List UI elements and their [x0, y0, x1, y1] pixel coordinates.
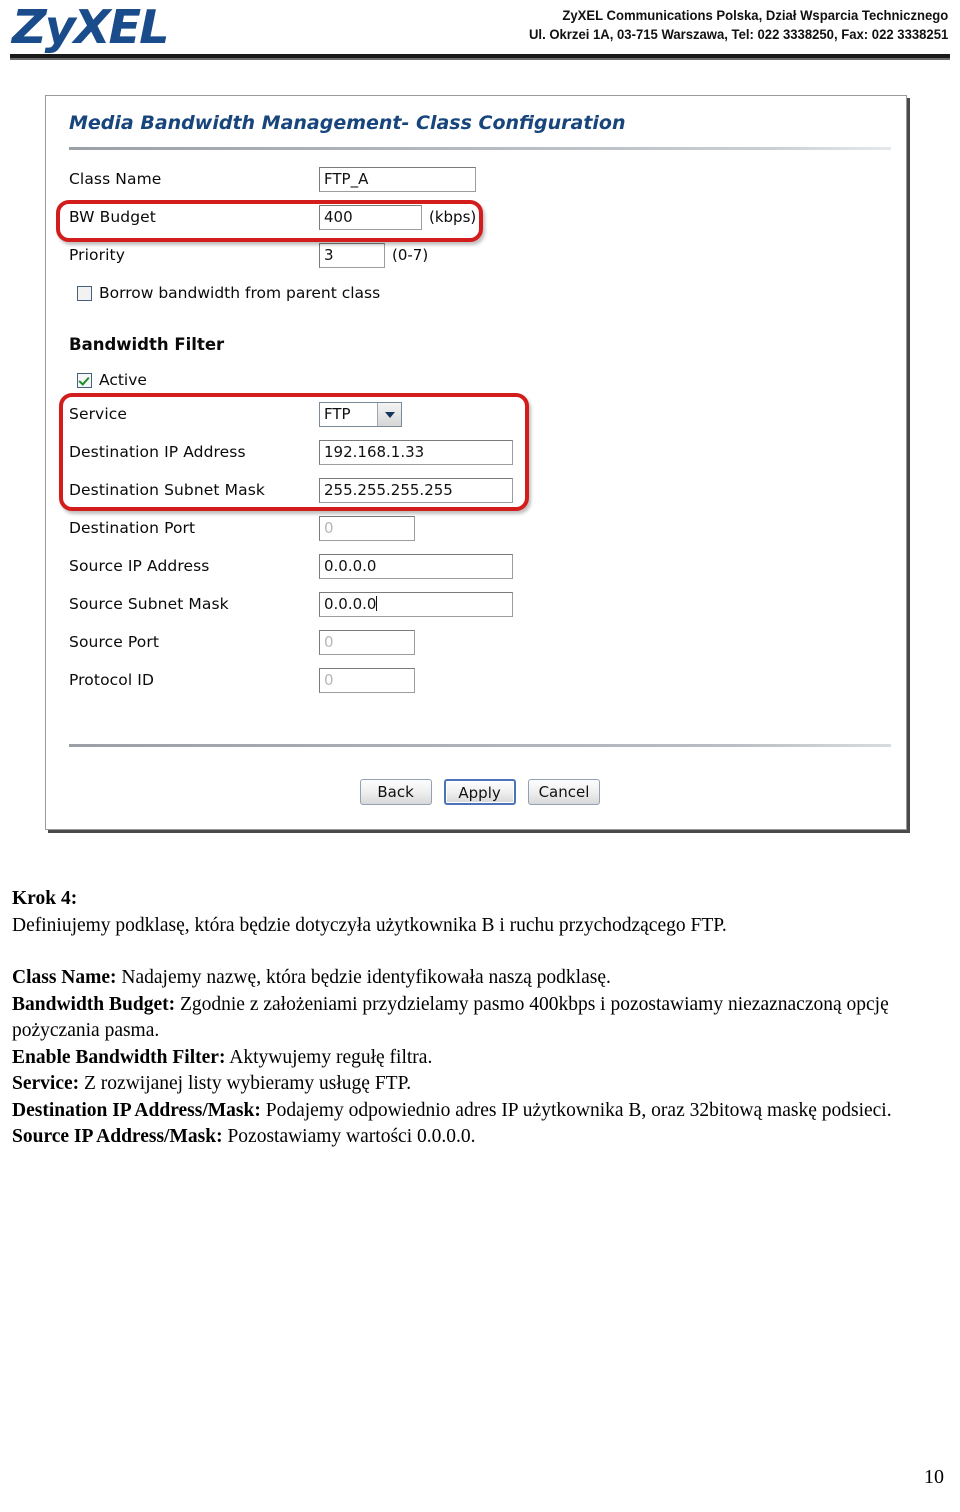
row-priority: Priority 3 (0-7)	[69, 240, 428, 270]
protocol-id-label: Protocol ID	[69, 671, 154, 689]
item-enable-filter-text: Aktywujemy regułę filtra.	[225, 1046, 433, 1068]
row-source-ip: Source IP Address 0.0.0.0	[69, 551, 513, 581]
borrow-bandwidth-label: Borrow bandwidth from parent class	[99, 284, 381, 302]
destination-mask-input[interactable]: 255.255.255.255	[319, 477, 513, 503]
row-protocol-id: Protocol ID 0	[69, 665, 415, 695]
company-address-line1: ZyXEL Communications Polska, Dział Wspar…	[562, 8, 948, 23]
item-source-ip-term: Source IP Address/Mask:	[12, 1126, 223, 1147]
protocol-id-input[interactable]: 0	[319, 667, 415, 693]
router-config-screenshot: Media Bandwidth Management- Class Config…	[45, 95, 907, 830]
row-class-name: Class Name FTP_A	[69, 164, 476, 194]
class-name-label: Class Name	[69, 170, 162, 188]
class-name-input[interactable]: FTP_A	[319, 166, 476, 192]
page-title: Media Bandwidth Management- Class Config…	[69, 112, 626, 134]
bandwidth-filter-heading: Bandwidth Filter	[69, 335, 225, 354]
destination-port-label: Destination Port	[69, 519, 196, 537]
priority-input[interactable]: 3	[319, 242, 385, 268]
company-address: ZyXEL Communications Polska, Dział Wspar…	[529, 6, 948, 44]
item-service: Service: Z rozwijanej listy wybieramy us…	[12, 1071, 942, 1098]
active-label: Active	[99, 371, 147, 389]
bw-budget-unit: (kbps)	[429, 208, 477, 226]
item-service-text: Z rozwijanej listy wybieramy usługę FTP.	[79, 1073, 412, 1094]
page-number: 10	[924, 1466, 944, 1488]
source-ip-input[interactable]: 0.0.0.0	[319, 553, 513, 579]
service-select-value: FTP	[324, 404, 351, 423]
item-class-name-term: Class Name:	[12, 967, 117, 988]
borrow-bandwidth-checkbox[interactable]	[77, 285, 92, 301]
item-bandwidth-budget-term: Bandwidth Budget:	[12, 993, 176, 1015]
source-mask-input[interactable]: 0.0.0.0	[319, 591, 513, 617]
destination-mask-label: Destination Subnet Mask	[69, 481, 265, 499]
title-divider	[69, 147, 891, 150]
chevron-down-icon[interactable]	[377, 402, 401, 426]
row-bw-budget: BW Budget 400 (kbps)	[69, 202, 476, 232]
item-bandwidth-budget: Bandwidth Budget: Zgodnie z założeniami …	[12, 992, 942, 1045]
item-source-ip: Source IP Address/Mask: Pozostawiamy war…	[12, 1124, 942, 1151]
page-header: ZyXEL ZyXEL Communications Polska, Dział…	[0, 0, 960, 62]
cancel-button[interactable]: Cancel	[527, 779, 601, 805]
source-port-input[interactable]: 0	[319, 629, 415, 655]
priority-range-hint: (0-7)	[392, 246, 429, 264]
row-destination-mask: Destination Subnet Mask 255.255.255.255	[69, 475, 513, 505]
destination-ip-input[interactable]: 192.168.1.33	[319, 439, 513, 465]
row-service: Service FTP	[69, 399, 402, 429]
document-body: Krok 4: Definiujemy podklasę, która będz…	[12, 886, 942, 1151]
item-destination-ip-term: Destination IP Address/Mask:	[12, 1099, 261, 1121]
item-service-term: Service:	[12, 1073, 80, 1094]
row-source-mask: Source Subnet Mask 0.0.0.0	[69, 589, 513, 619]
source-port-label: Source Port	[69, 633, 159, 651]
zyxel-logo: ZyXEL	[12, 0, 170, 54]
button-bar: Back Apply Cancel	[69, 779, 891, 805]
source-ip-label: Source IP Address	[69, 557, 210, 575]
active-row[interactable]: Active	[77, 369, 147, 391]
button-divider	[69, 744, 891, 747]
row-destination-ip: Destination IP Address 192.168.1.33	[69, 437, 513, 467]
active-checkbox[interactable]	[77, 372, 92, 388]
header-divider-secondary	[10, 58, 950, 60]
bw-budget-input[interactable]: 400	[319, 204, 422, 230]
bw-budget-label: BW Budget	[69, 208, 156, 226]
item-enable-filter: Enable Bandwidth Filter: Aktywujemy regu…	[12, 1045, 942, 1072]
priority-label: Priority	[69, 246, 125, 264]
step-heading-text: Krok 4:	[12, 888, 78, 909]
apply-button[interactable]: Apply	[443, 779, 516, 805]
borrow-bandwidth-row[interactable]: Borrow bandwidth from parent class	[77, 282, 380, 304]
service-select[interactable]: FTP	[319, 401, 402, 427]
item-class-name-text: Nadajemy nazwę, która będzie identyfikow…	[116, 967, 611, 988]
source-mask-label: Source Subnet Mask	[69, 595, 229, 613]
step-heading: Krok 4:	[12, 886, 942, 913]
item-source-ip-text: Pozostawiamy wartości 0.0.0.0.	[222, 1126, 476, 1147]
company-address-line2: Ul. Okrzei 1A, 03-715 Warszawa, Tel: 022…	[528, 27, 948, 42]
item-destination-ip-text: Podajemy odpowiednio adres IP użytkownik…	[260, 1099, 892, 1121]
row-destination-port: Destination Port 0	[69, 513, 415, 543]
destination-port-input[interactable]: 0	[319, 515, 415, 541]
step-intro: Definiujemy podklasę, która będzie dotyc…	[12, 914, 727, 936]
item-destination-ip: Destination IP Address/Mask: Podajemy od…	[12, 1098, 942, 1125]
service-label: Service	[69, 405, 127, 423]
back-button[interactable]: Back	[359, 779, 432, 805]
row-source-port: Source Port 0	[69, 627, 415, 657]
destination-ip-label: Destination IP Address	[69, 443, 246, 461]
item-class-name: Class Name: Nadajemy nazwę, która będzie…	[12, 965, 942, 992]
item-enable-filter-term: Enable Bandwidth Filter:	[12, 1046, 226, 1068]
